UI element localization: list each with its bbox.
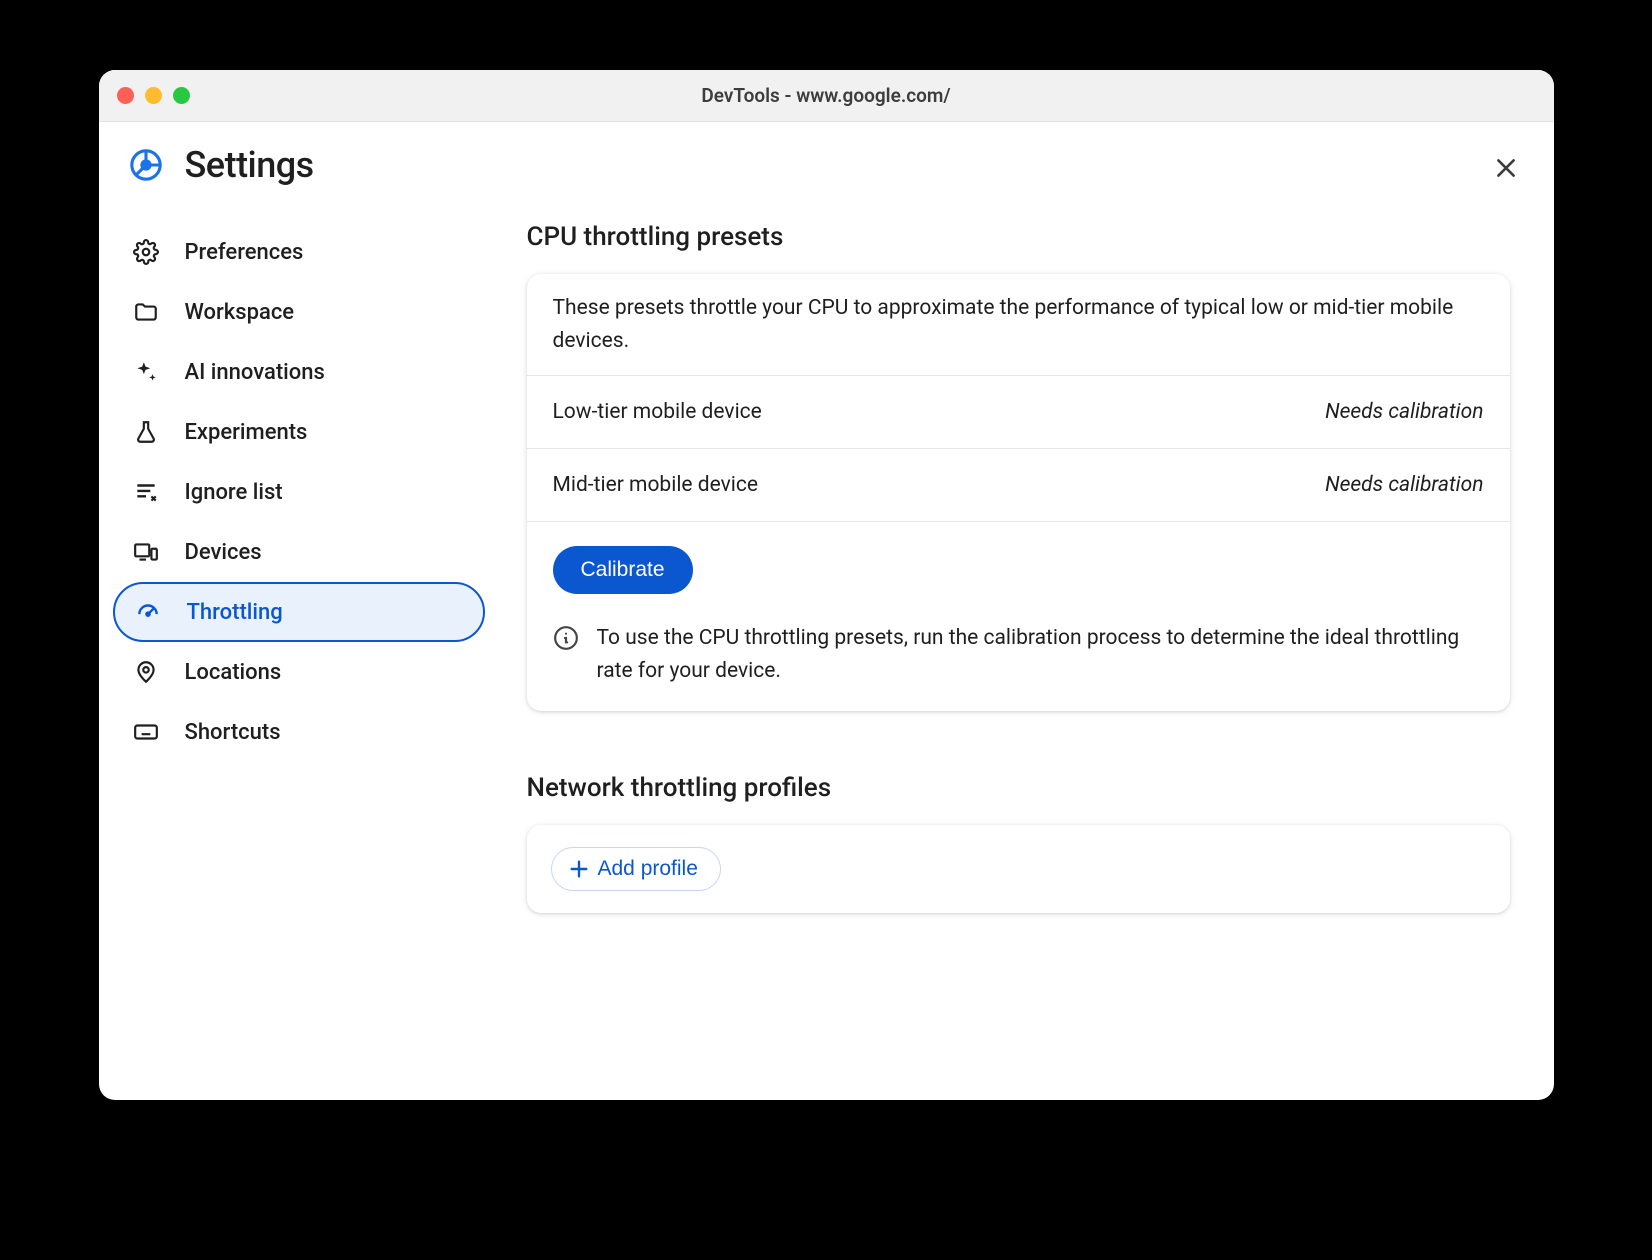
devtools-window: DevTools - www.google.com/ Settings [99,70,1554,1100]
sidebar-item-label: Experiments [185,420,308,445]
maximize-window-button[interactable] [173,87,190,104]
cpu-presets-description: These presets throttle your CPU to appro… [527,274,1510,376]
window-title: DevTools - www.google.com/ [701,84,950,107]
sidebar-item-label: Locations [185,660,282,685]
add-profile-label: Add profile [598,857,698,881]
sparkle-icon [133,359,159,385]
sidebar-item-label: Workspace [185,300,295,325]
info-icon [553,625,579,651]
ignore-list-icon [133,479,159,505]
cpu-card-actions: Calibrate [527,522,1510,618]
sidebar-item-label: Throttling [187,600,283,625]
page-title: Settings [185,144,314,186]
sidebar-item-preferences[interactable]: Preferences [113,222,485,282]
network-section-title: Network throttling profiles [527,773,1510,803]
network-profiles-card: Add profile [527,825,1510,913]
devices-icon [133,539,159,565]
sidebar-item-ai-innovations[interactable]: AI innovations [113,342,485,402]
location-pin-icon [133,659,159,685]
settings-body: Preferences Workspace AI innovations [99,198,1554,1100]
sidebar-item-throttling[interactable]: Throttling [113,582,485,642]
settings-header: Settings [99,122,1554,198]
speedometer-icon [135,599,161,625]
sidebar-item-label: Shortcuts [185,720,281,745]
calibrate-button[interactable]: Calibrate [553,546,693,594]
sidebar-item-label: AI innovations [185,360,325,385]
flask-icon [133,419,159,445]
settings-sidebar: Preferences Workspace AI innovations [99,198,499,1100]
cpu-preset-status: Needs calibration [1325,400,1483,424]
keyboard-icon [133,719,159,745]
add-profile-button[interactable]: Add profile [551,847,721,891]
close-icon [1493,155,1519,181]
folder-icon [133,299,159,325]
window-controls [117,87,190,104]
cpu-preset-row: Low-tier mobile device Needs calibration [527,376,1510,449]
calibration-info: To use the CPU throttling presets, run t… [527,618,1510,711]
cpu-section-title: CPU throttling presets [527,222,1510,252]
minimize-window-button[interactable] [145,87,162,104]
sidebar-item-workspace[interactable]: Workspace [113,282,485,342]
titlebar: DevTools - www.google.com/ [99,70,1554,122]
cpu-preset-name: Low-tier mobile device [553,400,762,424]
calibration-info-text: To use the CPU throttling presets, run t… [597,622,1484,687]
devtools-logo-icon [129,148,163,182]
cpu-preset-name: Mid-tier mobile device [553,473,759,497]
content-area: Settings Preferences [99,122,1554,1100]
sidebar-item-ignore-list[interactable]: Ignore list [113,462,485,522]
sidebar-item-shortcuts[interactable]: Shortcuts [113,702,485,762]
cpu-preset-status: Needs calibration [1325,473,1483,497]
cpu-presets-card: These presets throttle your CPU to appro… [527,274,1510,711]
sidebar-item-label: Ignore list [185,480,283,505]
gear-icon [133,239,159,265]
settings-main: CPU throttling presets These presets thr… [499,198,1554,1100]
close-settings-button[interactable] [1492,154,1520,182]
sidebar-item-locations[interactable]: Locations [113,642,485,702]
cpu-preset-row: Mid-tier mobile device Needs calibration [527,449,1510,522]
sidebar-item-devices[interactable]: Devices [113,522,485,582]
close-window-button[interactable] [117,87,134,104]
plus-icon [568,858,590,880]
sidebar-item-label: Devices [185,540,262,565]
sidebar-item-label: Preferences [185,240,304,265]
sidebar-item-experiments[interactable]: Experiments [113,402,485,462]
